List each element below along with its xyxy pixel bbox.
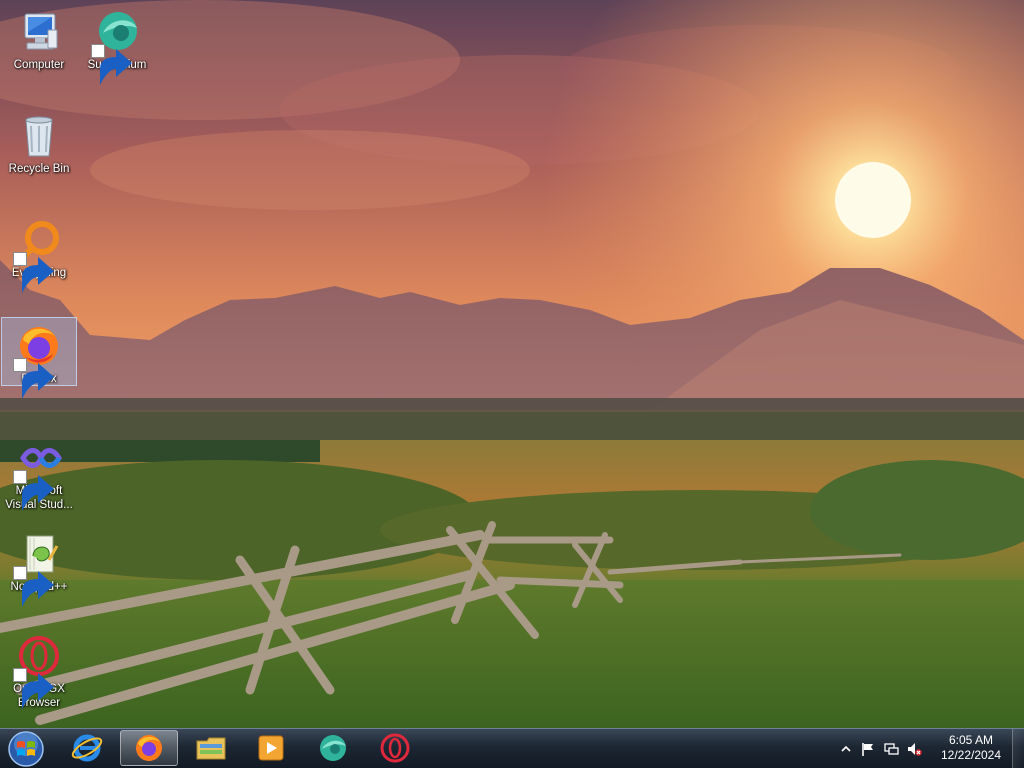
desktop-icon-opera-gx[interactable]: Opera GX Browser xyxy=(1,628,77,710)
shortcut-arrow-icon xyxy=(13,470,54,511)
supermium-icon xyxy=(320,735,346,761)
taskbar-item-opera-gx[interactable] xyxy=(366,730,424,766)
shortcut-arrow-icon xyxy=(13,252,54,293)
action-center-flag-icon[interactable] xyxy=(860,741,876,757)
media-player-icon xyxy=(258,735,284,761)
volume-muted-icon[interactable] xyxy=(906,741,922,757)
taskbar: 6:05 AM 12/22/2024 xyxy=(0,728,1024,769)
desktop-icon-recycle-bin[interactable]: Recycle Bin xyxy=(1,108,77,176)
computer-icon xyxy=(24,13,58,50)
system-tray: 6:05 AM 12/22/2024 xyxy=(834,729,1024,769)
desktop-icon-computer[interactable]: Computer xyxy=(1,4,77,72)
taskbar-item-internet-explorer[interactable] xyxy=(58,730,116,766)
taskbar-item-file-explorer[interactable] xyxy=(182,730,240,766)
network-icon[interactable] xyxy=(883,741,899,757)
desktop-icon-firefox[interactable]: Firefox xyxy=(1,317,77,399)
shortcut-arrow-icon xyxy=(13,668,54,709)
start-button[interactable] xyxy=(4,730,48,768)
clock-time: 6:05 AM xyxy=(948,733,994,747)
taskbar-item-supermium[interactable] xyxy=(304,730,362,766)
desktop-icon-visual-studio[interactable]: Microsoft Visual Stud... xyxy=(1,430,77,512)
taskbar-item-firefox[interactable] xyxy=(120,730,178,766)
taskbar-clock[interactable]: 6:05 AM 12/22/2024 xyxy=(934,733,1008,763)
recycle-bin-icon xyxy=(25,116,53,157)
file-explorer-icon xyxy=(196,737,226,760)
show-hidden-icons-chevron[interactable] xyxy=(838,741,854,757)
desktop-icon-notepad-plus-plus[interactable]: Notepad++ xyxy=(1,526,77,607)
shortcut-arrow-icon xyxy=(91,44,132,85)
desktop-icon-supermium[interactable]: Supermium xyxy=(79,4,155,85)
desktop-wallpaper xyxy=(0,0,1024,728)
wallpaper-landscape-image xyxy=(0,0,1024,728)
show-desktop-button[interactable] xyxy=(1012,729,1024,769)
firefox-icon xyxy=(136,735,162,761)
clock-date: 12/22/2024 xyxy=(940,748,1002,762)
opera-gx-icon xyxy=(380,733,410,763)
desktop-icon-label: Computer xyxy=(13,59,65,71)
windows-start-icon xyxy=(8,731,44,767)
shortcut-arrow-icon xyxy=(13,566,54,607)
desktop-icon-label: Recycle Bin xyxy=(8,163,70,175)
internet-explorer-icon xyxy=(71,734,103,762)
desktop-icon-everything[interactable]: Everything xyxy=(1,212,77,293)
taskbar-item-media-player[interactable] xyxy=(242,730,300,766)
shortcut-arrow-icon xyxy=(13,358,54,399)
